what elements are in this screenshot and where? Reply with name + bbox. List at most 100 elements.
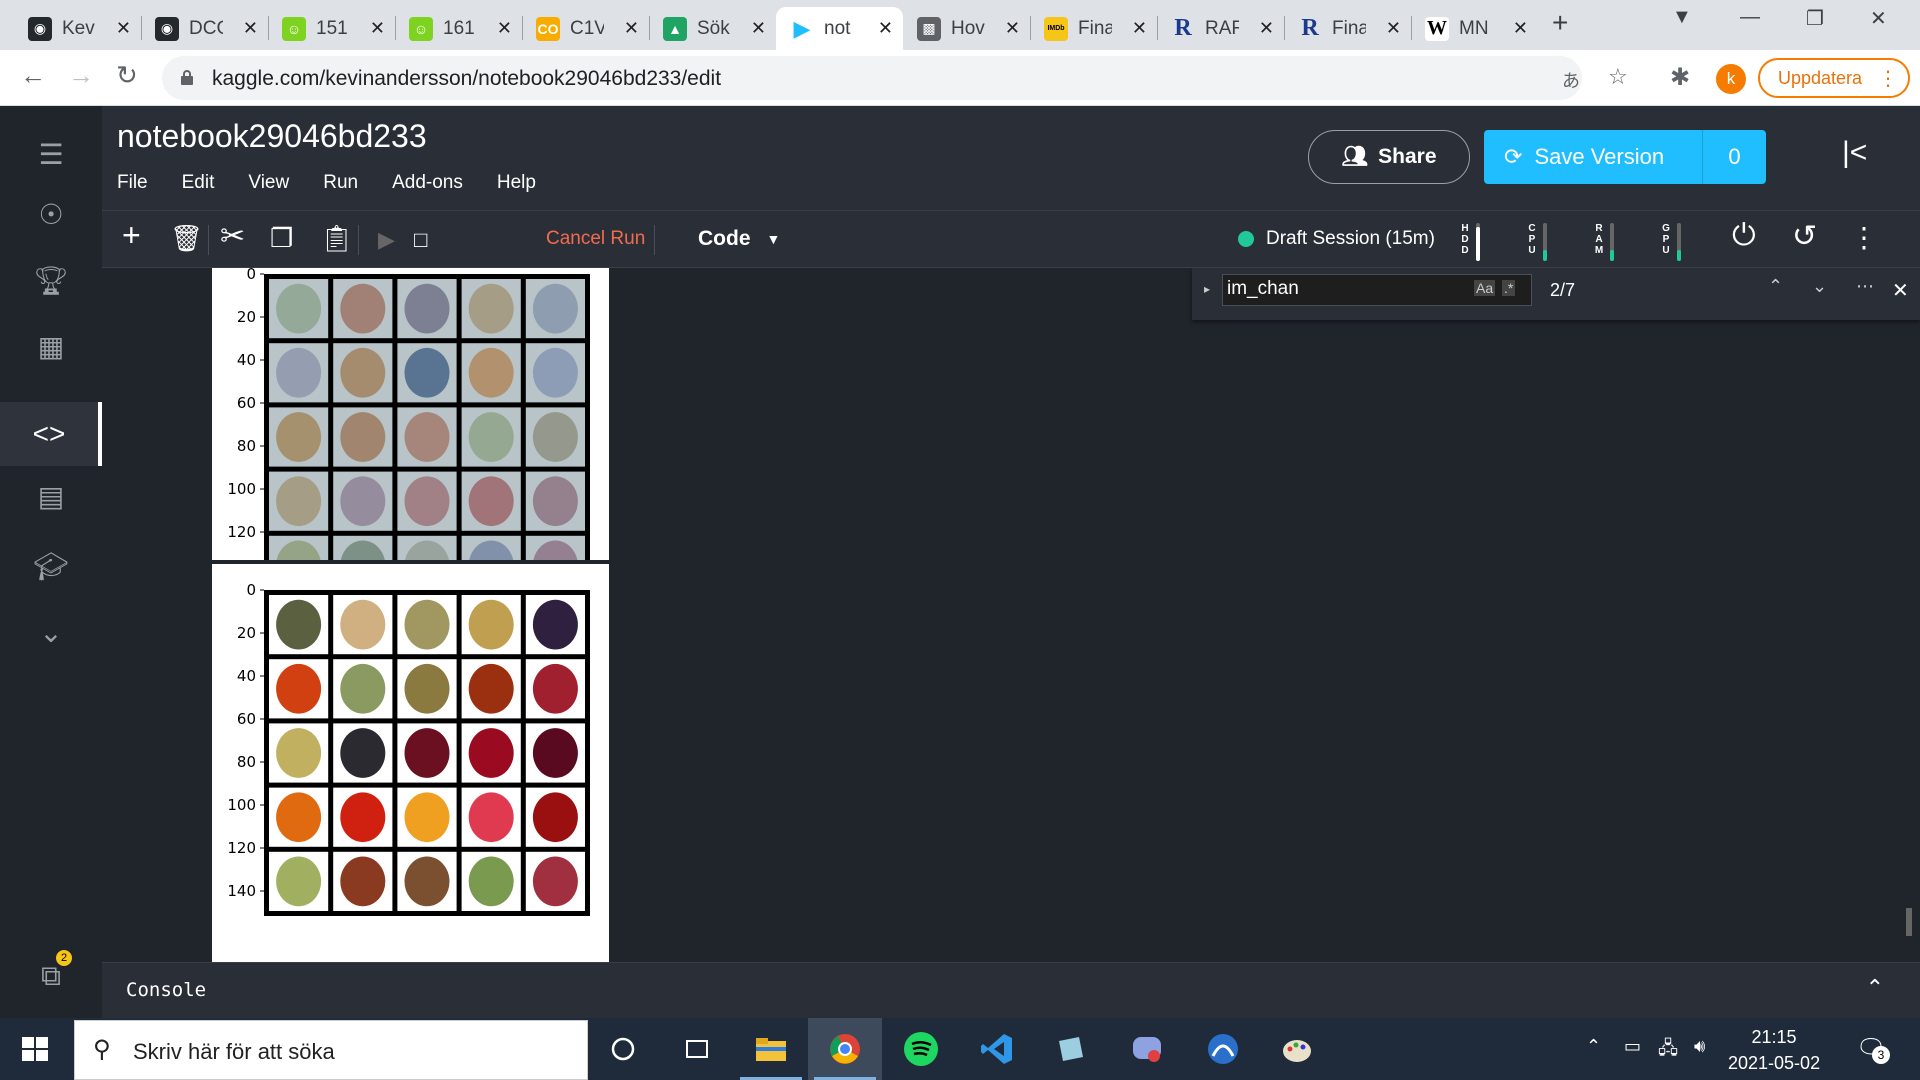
browser-tab[interactable]: R RAF ✕ [1157,7,1284,50]
power-icon[interactable]: ⏻ [1732,219,1756,253]
code-icon[interactable]: <> [0,402,102,466]
bookmark-star-icon[interactable]: ☆ [1608,64,1628,90]
chrome-icon[interactable] [808,1018,882,1080]
omnibox[interactable]: kaggle.com/kevinandersson/notebook29046b… [162,56,1628,100]
table-icon[interactable]: ▦ [0,314,102,378]
scrollbar-thumb[interactable] [1906,908,1912,936]
compass-icon[interactable]: ☉ [0,182,102,246]
share-button[interactable]: 👥︎ Share [1308,130,1470,184]
cell-type-dropdown[interactable]: Code ▼ [698,227,780,251]
forward-icon[interactable]: → [68,60,94,91]
stack-icon[interactable]: ⧉ 2 [0,944,102,1008]
next-match-icon[interactable]: ⌄ [1812,276,1827,297]
battery-icon[interactable]: ▭ [1624,1036,1641,1057]
close-tab-icon[interactable]: ✕ [751,18,766,39]
notification-center-icon[interactable]: 🗨︎ 3 [1856,1034,1890,1064]
browser-tab[interactable]: CO C1V ✕ [522,7,649,50]
app-icon[interactable] [1034,1018,1108,1080]
menu-edit[interactable]: Edit [182,172,215,194]
copy-icon[interactable]: ❐ [270,223,293,254]
close-tab-icon[interactable]: ✕ [624,18,639,39]
learn-cap-icon[interactable]: 🎓︎ [0,534,102,598]
file-explorer-icon[interactable] [734,1018,808,1080]
browser-tab[interactable]: ◉ Kevi ✕ [14,7,141,50]
more-chevron-icon[interactable]: ⌄ [0,600,102,664]
close-tab-icon[interactable]: ✕ [497,18,512,39]
close-tab-icon[interactable]: ✕ [1132,18,1147,39]
new-tab-icon[interactable]: + [1552,7,1568,39]
reload-icon[interactable]: ↻ [116,60,138,91]
collapse-panel-icon[interactable]: |< [1842,136,1867,170]
browser-tab[interactable]: ▲ Sök ✕ [649,7,776,50]
hamburger-menu-icon[interactable]: ☰ [0,122,102,186]
tray-expand-icon[interactable]: ⌃ [1586,1036,1601,1057]
prev-match-icon[interactable]: ⌃ [1768,276,1783,297]
close-tab-icon[interactable]: ✕ [243,18,258,39]
trophy-icon[interactable]: 🏆︎ [0,248,102,312]
more-options-icon[interactable]: ⋯ [1856,276,1874,297]
tab-search-icon[interactable]: ▼ [1672,6,1692,29]
menu-addons[interactable]: Add-ons [392,172,463,194]
restore-icon[interactable]: ❐ [1806,6,1824,31]
update-button[interactable]: Uppdatera ⋮ [1758,58,1910,98]
cortana-icon[interactable] [586,1018,660,1080]
close-window-icon[interactable]: ✕ [1870,6,1887,31]
back-icon[interactable]: ← [20,60,46,91]
cut-icon[interactable]: ✂ [220,219,245,254]
browser-tab[interactable]: ☺ 151 ✕ [268,7,395,50]
close-tab-icon[interactable]: ✕ [1386,18,1401,39]
close-tab-icon[interactable]: ✕ [878,18,893,39]
minimize-icon[interactable]: — [1740,6,1760,29]
browser-tab[interactable]: ◉ DCG ✕ [141,7,268,50]
browser-tab[interactable]: R Fina ✕ [1284,7,1411,50]
version-count[interactable]: 0 [1702,130,1766,184]
browser-tab[interactable]: ▶ not ✕ [776,7,903,50]
taskbar-search[interactable]: ⚲ Skriv här för att söka [74,1020,588,1080]
menu-view[interactable]: View [248,172,289,194]
delete-icon[interactable]: 🗑︎ [170,223,203,254]
restart-icon[interactable]: ↺ [1792,219,1817,254]
url-text[interactable]: kaggle.com/kevinandersson/notebook29046b… [212,67,721,91]
meter-ram[interactable]: RAM [1594,223,1624,263]
browser-tab[interactable]: ☺ 161 ✕ [395,7,522,50]
volume-icon[interactable]: 🔊︎ [1694,1036,1705,1057]
close-tab-icon[interactable]: ✕ [116,18,131,39]
discussion-icon[interactable]: ▤ [0,464,102,528]
task-view-icon[interactable] [660,1018,734,1080]
profile-avatar[interactable]: k [1716,64,1746,94]
browser-tab[interactable]: ▩ Hov ✕ [903,7,1030,50]
close-tab-icon[interactable]: ✕ [370,18,385,39]
session-status[interactable]: Draft Session (15m) [1238,228,1435,250]
more-vert-icon[interactable]: ⋮ [1850,221,1878,254]
browser-tab[interactable]: W MN ✕ [1411,7,1538,50]
stop-icon[interactable]: □ [414,227,427,253]
menu-help[interactable]: Help [497,172,536,194]
discord-icon[interactable] [1110,1018,1184,1080]
meter-cpu[interactable]: CPU [1527,223,1557,263]
paste-icon[interactable]: 📋︎ [320,223,353,254]
app-round-icon[interactable] [1186,1018,1260,1080]
add-cell-icon[interactable]: + [122,217,141,254]
close-tab-icon[interactable]: ✕ [1259,18,1274,39]
match-case-icon[interactable]: Aa [1474,280,1496,296]
notebook-title[interactable]: notebook29046bd233 [117,118,427,155]
vscode-icon[interactable] [960,1018,1034,1080]
close-find-icon[interactable]: ✕ [1892,278,1909,303]
meter-gpu[interactable]: GPU [1661,223,1691,263]
browser-tab[interactable]: IMDb Fina ✕ [1030,7,1157,50]
system-clock[interactable]: 21:15 2021-05-02 [1728,1024,1820,1076]
extensions-puzzle-icon[interactable]: ✱ [1670,63,1690,92]
run-icon[interactable]: ▶ [378,227,395,253]
chevron-up-icon[interactable]: ⌃ [1866,975,1884,1001]
console-panel[interactable]: Console ⌃ [102,962,1920,1018]
translate-icon[interactable]: あ [1562,67,1580,93]
network-icon[interactable]: 🖧︎ [1658,1036,1678,1066]
close-tab-icon[interactable]: ✕ [1005,18,1020,39]
paint-icon[interactable] [1260,1018,1334,1080]
expand-replace-icon[interactable]: ▸ [1204,282,1210,296]
cancel-run-button[interactable]: Cancel Run [546,228,645,250]
menu-file[interactable]: File [117,172,148,194]
windows-start-icon[interactable] [20,1034,50,1064]
close-tab-icon[interactable]: ✕ [1513,18,1528,39]
menu-run[interactable]: Run [323,172,358,194]
